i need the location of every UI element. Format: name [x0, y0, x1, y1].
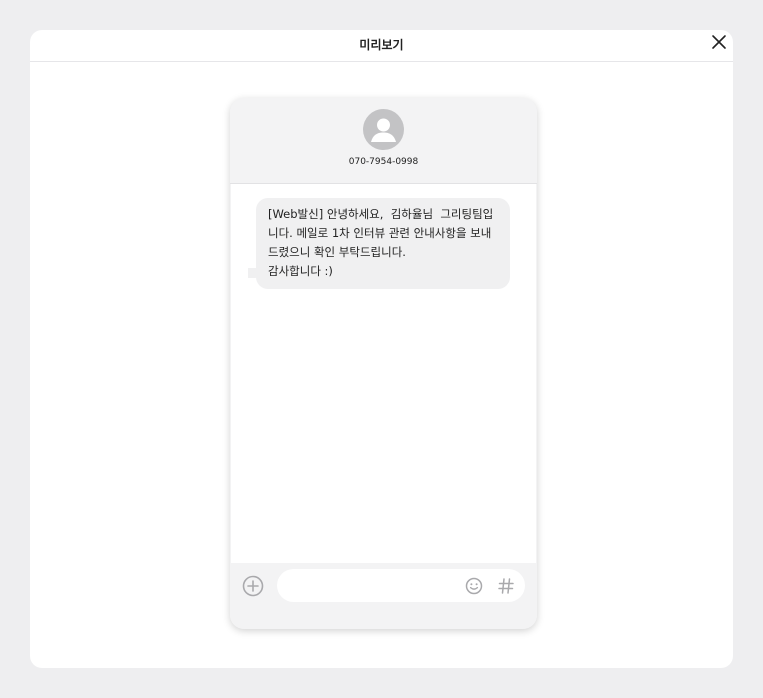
- phone-header: 070-7954-0998: [230, 98, 537, 184]
- person-icon: [363, 109, 404, 150]
- hash-icon[interactable]: [497, 577, 515, 595]
- message-line: 드렸으니 확인 부탁드립니다.: [268, 245, 406, 259]
- smile-icon[interactable]: [465, 577, 483, 595]
- composer-bar: [230, 563, 537, 629]
- preview-modal: 미리보기 070-7954-0998 [Web발신] 안녕하세요, 김하율님 그…: [30, 30, 733, 668]
- sender-number: 070-7954-0998: [348, 157, 419, 167]
- message-line: 니다. 메일로 1차 인터뷰 관련 안내사항을 보내: [268, 226, 492, 240]
- phone-preview: 070-7954-0998 [Web발신] 안녕하세요, 김하율님 그리팅팀입 …: [230, 98, 537, 629]
- close-icon[interactable]: [711, 34, 727, 50]
- message-line: [Web발신] 안녕하세요, 김하율님 그리팅팀입: [268, 207, 494, 221]
- plus-circle-icon[interactable]: [242, 575, 264, 597]
- message-bubble: [Web발신] 안녕하세요, 김하율님 그리팅팀입 니다. 메일로 1차 인터뷰…: [256, 198, 510, 289]
- message-line: 감사합니다 :): [268, 264, 333, 278]
- message-input[interactable]: [277, 569, 525, 602]
- chat-area: [Web발신] 안녕하세요, 김하율님 그리팅팀입 니다. 메일로 1차 인터뷰…: [231, 184, 536, 563]
- modal-header: 미리보기: [30, 30, 733, 62]
- modal-title: 미리보기: [359, 38, 404, 52]
